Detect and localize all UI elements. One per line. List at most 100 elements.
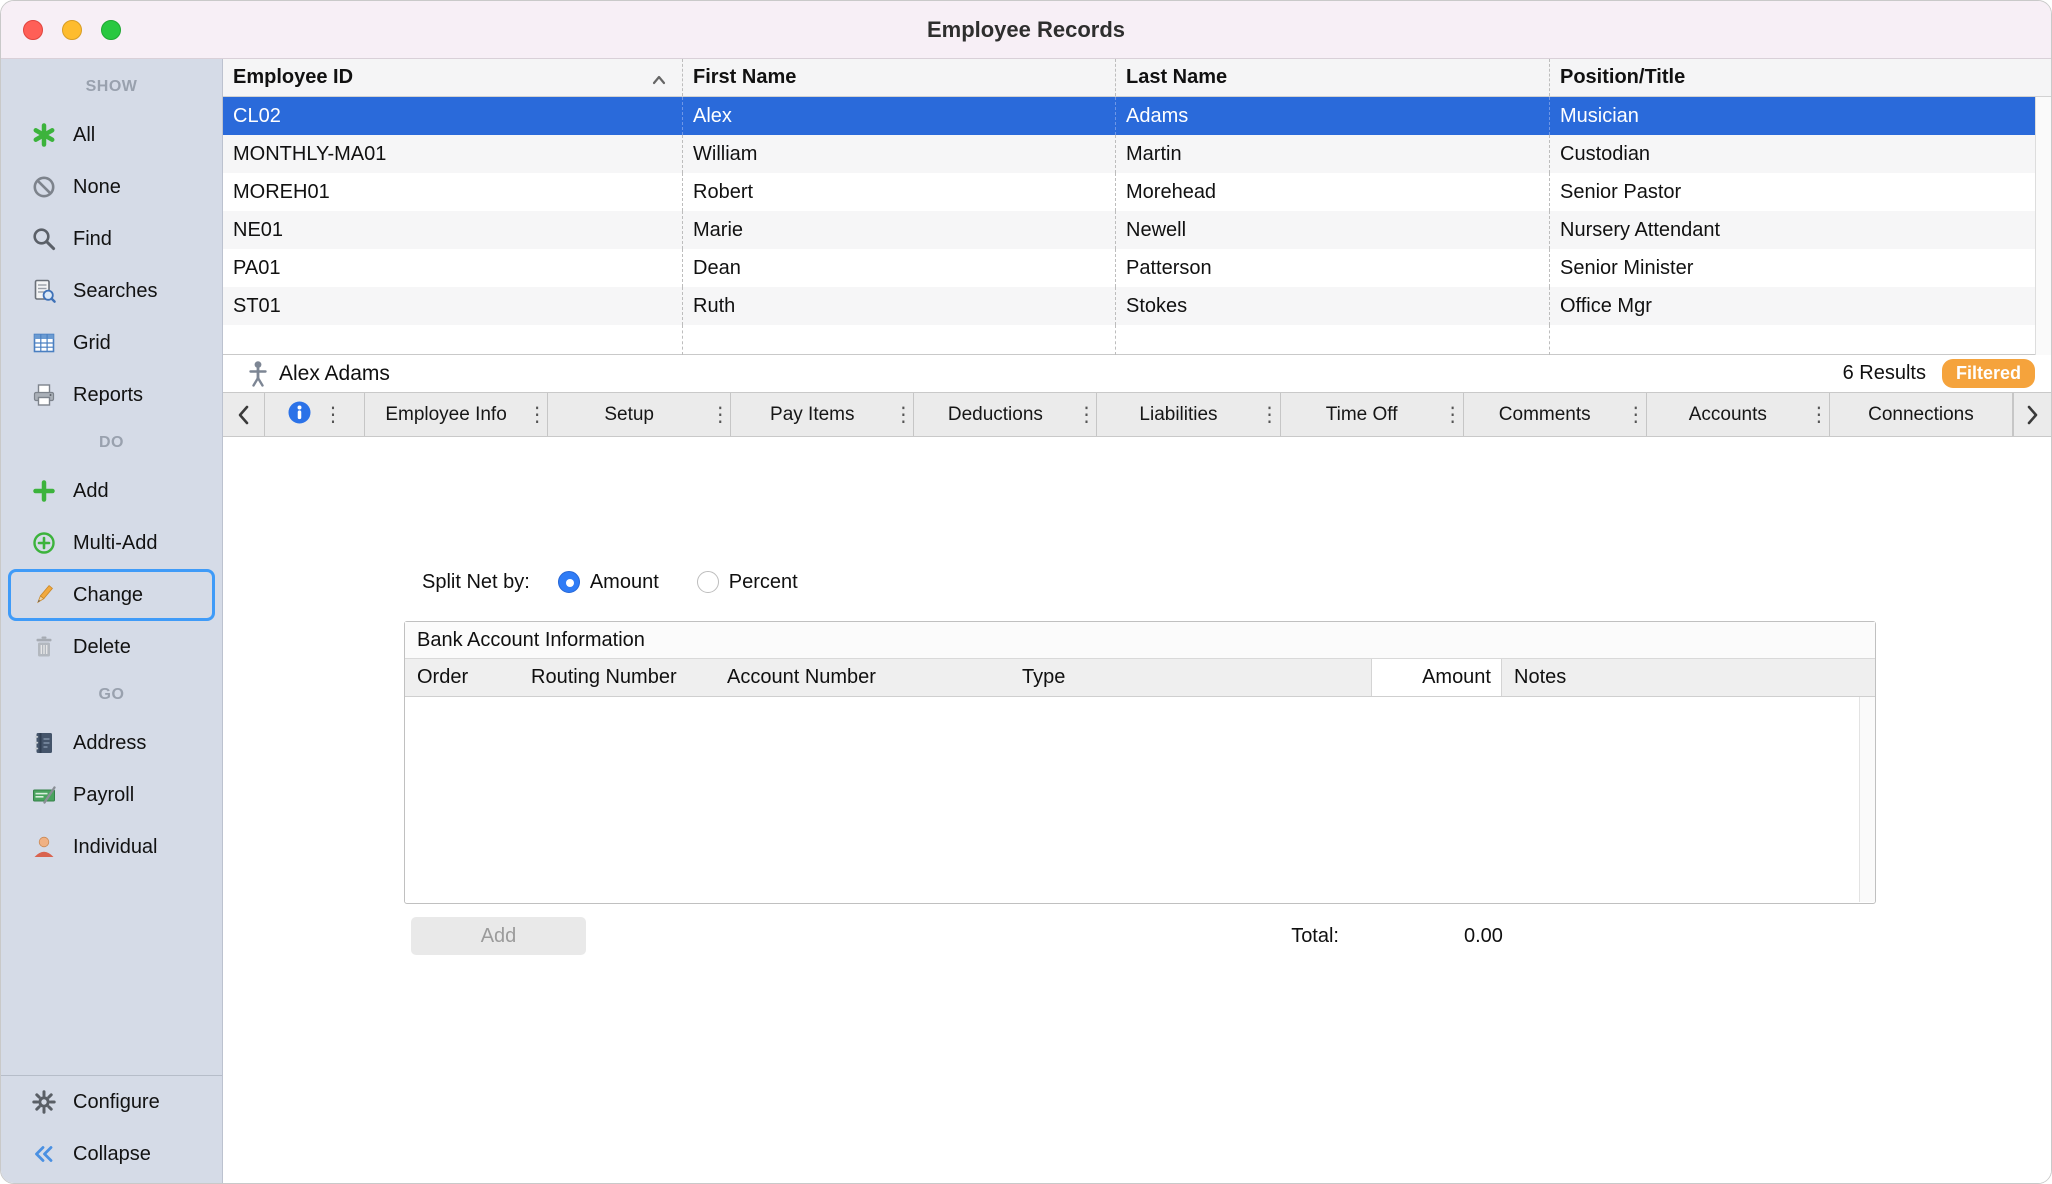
bank-column-order[interactable]: Order bbox=[405, 659, 519, 696]
sidebar-item-find[interactable]: Find bbox=[1, 213, 222, 265]
tab-menu-icon[interactable]: ⋮ bbox=[1076, 402, 1096, 427]
bank-column-account-number[interactable]: Account Number bbox=[715, 659, 1010, 696]
sidebar-item-label: Individual bbox=[73, 836, 158, 859]
address-book-icon bbox=[31, 730, 57, 756]
bank-column-type[interactable]: Type bbox=[1010, 659, 1371, 696]
employee-list-empty-area bbox=[223, 325, 2035, 355]
zoom-window-button[interactable] bbox=[101, 20, 121, 40]
circled-plus-icon bbox=[31, 530, 57, 556]
sidebar-section-show: SHOW bbox=[1, 65, 222, 109]
tab-menu-icon[interactable]: ⋮ bbox=[893, 402, 913, 427]
sidebar-item-address[interactable]: Address bbox=[1, 717, 222, 769]
tabs-scroll-left-button[interactable] bbox=[223, 393, 265, 436]
total-value: 0.00 bbox=[1464, 925, 1503, 948]
total-label: Total: bbox=[1239, 925, 1339, 948]
trash-icon bbox=[31, 634, 57, 660]
sidebar-item-grid[interactable]: Grid bbox=[1, 317, 222, 369]
sidebar-item-label: All bbox=[73, 124, 95, 147]
tab-liabilities[interactable]: Liabilities ⋮ bbox=[1097, 393, 1280, 436]
radio-option-percent[interactable]: Percent bbox=[697, 571, 798, 594]
sidebar-item-searches[interactable]: Searches bbox=[1, 265, 222, 317]
close-window-button[interactable] bbox=[23, 20, 43, 40]
current-record-name: Alex Adams bbox=[279, 362, 390, 386]
tab-record-info[interactable]: ⋮ bbox=[265, 393, 365, 436]
bank-table-body bbox=[405, 697, 1875, 902]
bank-account-information-box: Bank Account Information Order Routing N… bbox=[404, 621, 1876, 904]
employee-list-header: Employee ID First Name Last Name Positio… bbox=[223, 59, 2051, 97]
sidebar-item-reports[interactable]: Reports bbox=[1, 369, 222, 421]
radio-button-selected[interactable] bbox=[558, 571, 580, 593]
sidebar-item-label: Searches bbox=[73, 280, 158, 303]
employee-row[interactable]: NE01 Marie Newell Nursery Attendant bbox=[223, 211, 2035, 249]
column-header-employee-id[interactable]: Employee ID bbox=[223, 59, 683, 96]
sidebar-item-change[interactable]: Change bbox=[8, 569, 215, 621]
sidebar-item-payroll[interactable]: Payroll bbox=[1, 769, 222, 821]
bank-column-notes[interactable]: Notes bbox=[1502, 659, 1875, 696]
sidebar-item-configure[interactable]: Configure bbox=[1, 1076, 222, 1128]
sidebar-item-individual[interactable]: Individual bbox=[1, 821, 222, 873]
tab-pay-items[interactable]: Pay Items ⋮ bbox=[731, 393, 914, 436]
tab-menu-icon[interactable]: ⋮ bbox=[1260, 402, 1280, 427]
tab-employee-info[interactable]: Employee Info ⋮ bbox=[365, 393, 548, 436]
sidebar-item-label: Payroll bbox=[73, 784, 134, 807]
employee-row[interactable]: MONTHLY-MA01 William Martin Custodian bbox=[223, 135, 2035, 173]
sidebar-item-multi-add[interactable]: Multi-Add bbox=[1, 517, 222, 569]
sidebar-item-label: Reports bbox=[73, 384, 143, 407]
bank-box-title: Bank Account Information bbox=[405, 622, 1875, 659]
tab-menu-icon[interactable]: ⋮ bbox=[1809, 402, 1829, 427]
column-header-last-name[interactable]: Last Name bbox=[1116, 59, 1550, 96]
sidebar-item-add[interactable]: Add bbox=[1, 465, 222, 517]
sidebar-item-label: Address bbox=[73, 732, 146, 755]
tab-menu-icon[interactable]: ⋮ bbox=[1626, 402, 1646, 427]
info-icon bbox=[286, 399, 313, 431]
tab-menu-icon[interactable]: ⋮ bbox=[527, 402, 547, 427]
vertical-scrollbar[interactable] bbox=[2035, 97, 2051, 355]
employee-row[interactable]: ST01 Ruth Stokes Office Mgr bbox=[223, 287, 2035, 325]
pencil-icon bbox=[31, 582, 57, 608]
sidebar-item-delete[interactable]: Delete bbox=[1, 621, 222, 673]
employee-list-body: CL02 Alex Adams Musician MONTHLY-MA01 Wi… bbox=[223, 97, 2051, 355]
tab-comments[interactable]: Comments ⋮ bbox=[1464, 393, 1647, 436]
sidebar-section-do: DO bbox=[1, 421, 222, 465]
tab-connections[interactable]: Connections bbox=[1830, 393, 2013, 436]
radio-option-amount[interactable]: Amount bbox=[558, 571, 659, 594]
printer-icon bbox=[31, 382, 57, 408]
saved-search-icon bbox=[31, 278, 57, 304]
tab-time-off[interactable]: Time Off ⋮ bbox=[1281, 393, 1464, 436]
sidebar-item-label: Grid bbox=[73, 332, 111, 355]
sidebar-section-go: GO bbox=[1, 673, 222, 717]
asterisk-icon bbox=[31, 122, 57, 148]
double-chevron-left-icon bbox=[31, 1141, 57, 1167]
tab-menu-icon[interactable]: ⋮ bbox=[323, 402, 343, 427]
sidebar-item-none[interactable]: None bbox=[1, 161, 222, 213]
tab-setup[interactable]: Setup ⋮ bbox=[548, 393, 731, 436]
tab-deductions[interactable]: Deductions ⋮ bbox=[914, 393, 1097, 436]
tab-bar: ⋮ Employee Info ⋮ Setup ⋮ Pay Items ⋮ De… bbox=[223, 393, 2051, 437]
sidebar-item-label: Configure bbox=[73, 1091, 160, 1114]
minimize-window-button[interactable] bbox=[62, 20, 82, 40]
column-header-position-title[interactable]: Position/Title bbox=[1550, 59, 2051, 96]
bank-column-routing-number[interactable]: Routing Number bbox=[519, 659, 715, 696]
employee-row[interactable]: MOREH01 Robert Morehead Senior Pastor bbox=[223, 173, 2035, 211]
gear-icon bbox=[31, 1089, 57, 1115]
split-net-label: Split Net by: bbox=[422, 571, 530, 594]
employee-row[interactable]: CL02 Alex Adams Musician bbox=[223, 97, 2035, 135]
filtered-badge[interactable]: Filtered bbox=[1942, 359, 2035, 388]
split-net-row: Split Net by: Amount Percent bbox=[422, 567, 836, 597]
bank-column-amount[interactable]: Amount bbox=[1371, 659, 1502, 696]
no-entry-icon bbox=[31, 174, 57, 200]
radio-button-unselected[interactable] bbox=[697, 571, 719, 593]
results-count: 6 Results bbox=[1843, 362, 1926, 385]
record-bar: Alex Adams 6 Results Filtered bbox=[223, 355, 2051, 393]
tab-accounts[interactable]: Accounts ⋮ bbox=[1647, 393, 1830, 436]
add-account-button[interactable]: Add bbox=[411, 917, 586, 955]
tab-menu-icon[interactable]: ⋮ bbox=[710, 402, 730, 427]
tabs-scroll-right-button[interactable] bbox=[2013, 393, 2051, 436]
column-header-first-name[interactable]: First Name bbox=[683, 59, 1116, 96]
employee-row[interactable]: PA01 Dean Patterson Senior Minister bbox=[223, 249, 2035, 287]
sidebar-item-collapse[interactable]: Collapse bbox=[1, 1128, 222, 1180]
sidebar-item-all[interactable]: All bbox=[1, 109, 222, 161]
person-icon bbox=[31, 834, 57, 860]
vertical-scrollbar[interactable] bbox=[1859, 697, 1875, 902]
tab-menu-icon[interactable]: ⋮ bbox=[1443, 402, 1463, 427]
